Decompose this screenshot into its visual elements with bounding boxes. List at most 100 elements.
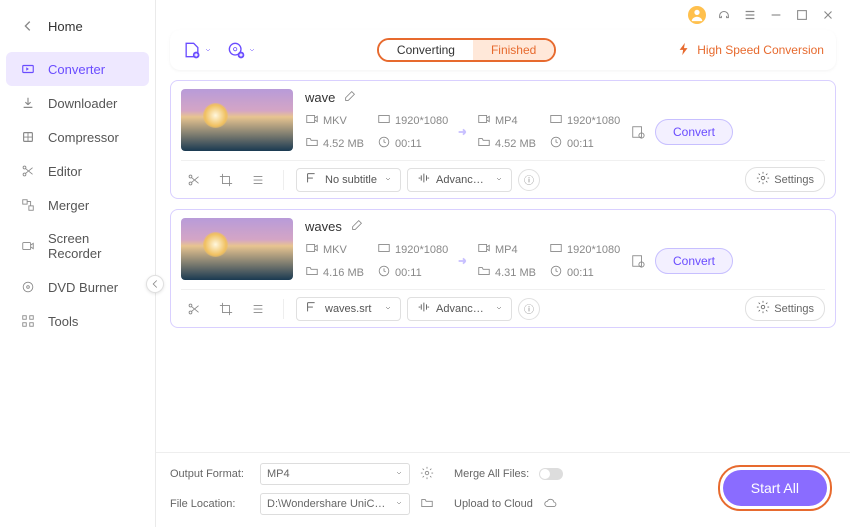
bolt-icon (677, 42, 691, 59)
disc-icon (20, 279, 36, 295)
folder-icon (477, 264, 491, 281)
output-format: MP4 (495, 244, 518, 256)
file-location-value: D:\Wondershare UniConverter 1 (267, 498, 389, 510)
folder-icon (305, 264, 319, 281)
sidebar-item-compressor[interactable]: Compressor (0, 120, 155, 154)
output-duration: 00:11 (567, 138, 594, 150)
add-file-button[interactable] (182, 40, 212, 60)
titlebar (156, 0, 850, 30)
close-icon[interactable] (820, 7, 836, 23)
input-format: MKV (323, 115, 347, 127)
cloud-icon[interactable] (543, 496, 559, 512)
more-icon[interactable] (245, 170, 271, 190)
sidebar-item-label: Merger (48, 198, 89, 213)
file-location-dropdown[interactable]: D:\Wondershare UniConverter 1 (260, 493, 410, 515)
maximize-icon[interactable] (794, 7, 810, 23)
video-icon (477, 241, 491, 258)
camera-icon (20, 238, 36, 254)
sidebar-item-screen-recorder[interactable]: Screen Recorder (0, 222, 155, 270)
input-size: 4.16 MB (323, 267, 364, 279)
task-list: wave MKV 4.52 MB 1920*1080 00:11 (156, 70, 850, 452)
tab-converting[interactable]: Converting (379, 40, 473, 60)
sidebar-item-label: Downloader (48, 96, 117, 111)
more-icon[interactable] (245, 299, 271, 319)
output-format-value: MP4 (267, 468, 290, 480)
sidebar-item-dvd-burner[interactable]: DVD Burner (0, 270, 155, 304)
output-format: MP4 (495, 115, 518, 127)
subtitle-dropdown[interactable]: waves.srt (296, 297, 401, 321)
chevron-down-icon (384, 174, 392, 186)
output-settings-icon[interactable] (621, 125, 655, 139)
merger-icon (20, 197, 36, 213)
sidebar-item-label: Screen Recorder (48, 231, 135, 261)
back-home[interactable]: Home (0, 10, 155, 42)
input-duration: 00:11 (395, 267, 422, 279)
clock-icon (549, 135, 563, 152)
subtitle-value: waves.srt (325, 303, 371, 315)
output-format-dropdown[interactable]: MP4 (260, 463, 410, 485)
download-icon (20, 95, 36, 111)
audio-value: Advanced Audi... (436, 174, 489, 186)
sidebar: Home Converter Downloader Compressor Edi… (0, 0, 156, 527)
sidebar-item-downloader[interactable]: Downloader (0, 86, 155, 120)
toolbar: Converting Finished High Speed Conversio… (170, 30, 836, 70)
menu-icon[interactable] (742, 7, 758, 23)
minimize-icon[interactable] (768, 7, 784, 23)
video-thumbnail[interactable] (181, 218, 293, 280)
add-disc-button[interactable] (226, 40, 256, 60)
info-icon[interactable]: ⓘ (518, 298, 540, 320)
sidebar-items: Converter Downloader Compressor Editor M… (0, 52, 155, 338)
merge-toggle[interactable] (539, 468, 563, 480)
gear-icon (756, 300, 770, 317)
gear-icon[interactable] (420, 466, 436, 482)
sidebar-item-merger[interactable]: Merger (0, 188, 155, 222)
scissors-icon (20, 163, 36, 179)
user-avatar[interactable] (688, 6, 706, 24)
chevron-down-icon (248, 43, 256, 57)
headset-icon[interactable] (716, 7, 732, 23)
rename-icon[interactable] (343, 89, 357, 106)
filename: waves (305, 219, 342, 234)
trim-icon[interactable] (181, 170, 207, 190)
task-settings-button[interactable]: Settings (745, 167, 825, 192)
tab-finished[interactable]: Finished (473, 40, 554, 60)
task-settings-button[interactable]: Settings (745, 296, 825, 321)
sidebar-collapse-toggle[interactable] (146, 275, 164, 293)
video-icon (477, 112, 491, 129)
task-card: wave MKV 4.52 MB 1920*1080 00:11 (170, 80, 836, 199)
rename-icon[interactable] (350, 218, 364, 235)
audio-dropdown[interactable]: Advanced Audi... (407, 297, 512, 321)
back-label: Home (48, 19, 83, 34)
settings-label: Settings (774, 174, 814, 186)
input-resolution: 1920*1080 (395, 244, 448, 256)
convert-button[interactable]: Convert (655, 248, 733, 274)
sidebar-item-label: Editor (48, 164, 82, 179)
crop-icon[interactable] (213, 299, 239, 319)
trim-icon[interactable] (181, 299, 207, 319)
arrow-right-icon (449, 125, 477, 139)
footer: Output Format: MP4 Merge All Files: File… (156, 452, 850, 527)
grid-icon (20, 313, 36, 329)
sidebar-item-tools[interactable]: Tools (0, 304, 155, 338)
crop-icon[interactable] (213, 170, 239, 190)
main-pane: Converting Finished High Speed Conversio… (156, 0, 850, 527)
folder-icon (305, 135, 319, 152)
start-all-button[interactable]: Start All (723, 470, 827, 506)
sidebar-item-converter[interactable]: Converter (6, 52, 149, 86)
resolution-icon (377, 112, 391, 129)
video-thumbnail[interactable] (181, 89, 293, 151)
status-tabs: Converting Finished (377, 38, 556, 62)
high-speed-conversion-toggle[interactable]: High Speed Conversion (677, 42, 824, 59)
high-speed-label: High Speed Conversion (697, 43, 824, 57)
input-format: MKV (323, 244, 347, 256)
info-icon[interactable]: ⓘ (518, 169, 540, 191)
sidebar-item-editor[interactable]: Editor (0, 154, 155, 188)
clock-icon (549, 264, 563, 281)
open-folder-icon[interactable] (420, 496, 436, 512)
audio-dropdown[interactable]: Advanced Audi... (407, 168, 512, 192)
convert-button[interactable]: Convert (655, 119, 733, 145)
output-settings-icon[interactable] (621, 254, 655, 268)
chevron-left-icon (20, 18, 36, 34)
subtitle-dropdown[interactable]: No subtitle (296, 168, 401, 192)
audio-icon (416, 300, 430, 317)
